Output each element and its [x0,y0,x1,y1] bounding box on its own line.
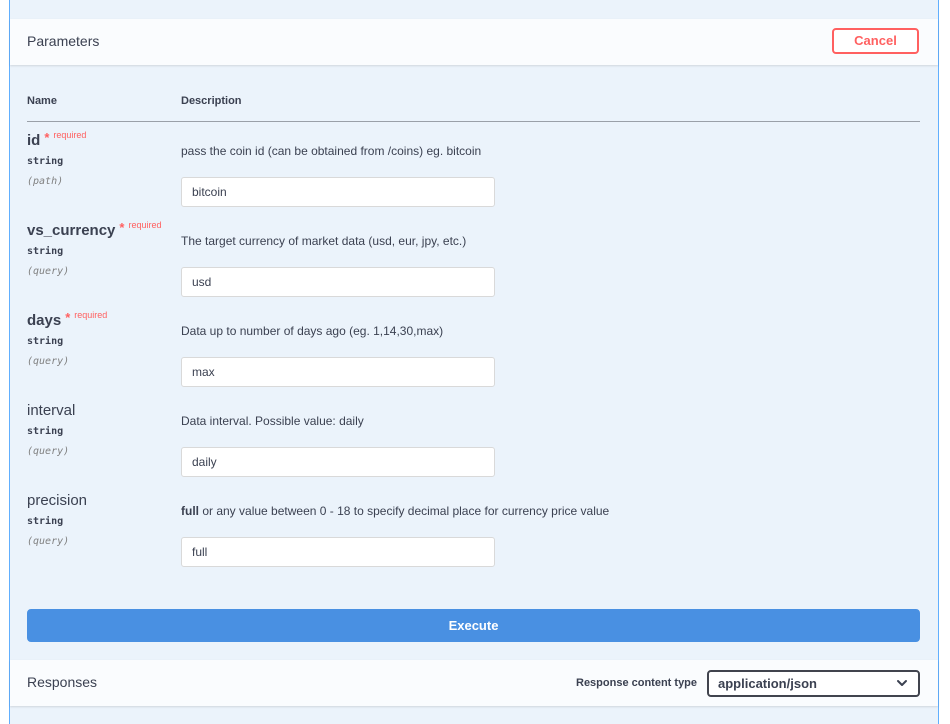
response-content-type-label: Response content type [576,677,698,689]
parameter-location: (query) [27,266,70,277]
parameter-type: string [27,156,64,167]
required-label: required [74,310,108,320]
parameter-location: (query) [27,356,70,367]
required-label: required [53,130,87,140]
parameters-header: Parameters Cancel [10,19,938,65]
parameter-name-text: vs_currency [27,222,116,239]
vs-currency-input[interactable] [181,267,495,297]
parameter-name: vs_currency * required [27,220,162,239]
parameter-type: string [27,336,64,347]
execute-button[interactable]: Execute [27,609,920,642]
parameter-name: precision [27,492,88,509]
parameter-name: id * required [27,130,87,149]
description-bold-text: full [181,504,199,518]
id-input[interactable] [181,177,495,207]
responses-title: Responses [27,674,98,690]
required-star: * [119,220,125,235]
parameter-location: (query) [27,446,70,457]
parameter-name: days * required [27,310,108,329]
required-label: required [128,220,162,230]
required-star: * [65,310,71,325]
header-divider [27,121,920,122]
parameter-description: The target currency of market data (usd,… [181,234,467,248]
interval-input[interactable] [181,447,495,477]
parameter-location: (query) [27,536,70,547]
parameter-type: string [27,516,64,527]
description-text: or any value between 0 - 18 to specify d… [199,504,610,518]
days-input[interactable] [181,357,495,387]
parameters-title: Parameters [27,33,100,49]
column-header-description: Description [181,95,242,107]
parameter-type: string [27,426,64,437]
parameter-description: pass the coin id (can be obtained from /… [181,144,482,158]
parameter-name: interval [27,402,76,419]
parameter-location: (path) [27,176,64,187]
responses-header: Responses Response content type applicat… [10,660,938,706]
response-content-type-select[interactable]: application/json [707,670,920,697]
cancel-button[interactable]: Cancel [832,28,919,54]
column-header-name: Name [27,95,57,107]
parameter-description: Data interval. Possible value: daily [181,414,364,428]
parameter-name-text: id [27,132,41,149]
parameter-type: string [27,246,64,257]
parameter-description: full or any value between 0 - 18 to spec… [181,504,609,518]
response-content-type-value: application/json [718,676,817,691]
precision-input[interactable] [181,537,495,567]
parameter-name-text: days [27,312,62,329]
operation-panel: Parameters Cancel Name Description id * re… [9,0,939,724]
chevron-down-icon [896,672,908,702]
required-star: * [44,130,50,145]
parameter-description: Data up to number of days ago (eg. 1,14,… [181,324,444,338]
